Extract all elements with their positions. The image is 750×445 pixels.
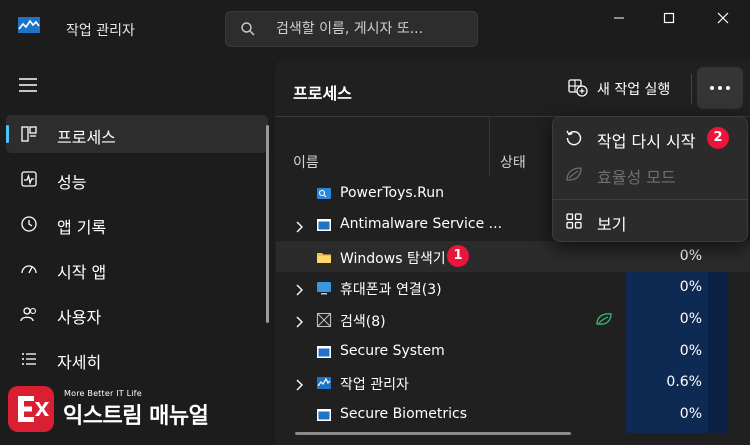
app-title: 작업 관리자 bbox=[66, 23, 135, 39]
menu-item-restart-task[interactable]: 작업 다시 시작 2 bbox=[557, 120, 743, 156]
sidebar-item-details[interactable]: 자세히 bbox=[6, 340, 268, 378]
hamburger-icon bbox=[19, 78, 37, 92]
table-row[interactable]: 검색(8) 0% bbox=[276, 304, 750, 335]
process-name: 작업 관리자 bbox=[340, 377, 409, 393]
table-row[interactable]: 휴대폰과 연결(3) 0% bbox=[276, 272, 750, 303]
run-task-icon bbox=[568, 79, 588, 101]
sidebar-scrollbar[interactable] bbox=[266, 125, 269, 323]
window-app-icon bbox=[316, 407, 332, 427]
users-icon bbox=[20, 305, 38, 327]
search-icon bbox=[240, 21, 256, 41]
sidebar-item-label: 시작 앱 bbox=[57, 263, 107, 282]
step-badge-2: 2 bbox=[707, 127, 729, 149]
maximize-icon bbox=[663, 12, 675, 24]
sidebar-item-processes[interactable]: 프로세스 bbox=[6, 115, 268, 153]
performance-icon bbox=[20, 170, 38, 192]
sidebar-item-label: 앱 기록 bbox=[57, 218, 107, 237]
horizontal-scrollbar[interactable] bbox=[295, 432, 571, 435]
run-new-task-button[interactable]: 새 작업 실행 bbox=[562, 70, 687, 106]
cpu-value: 0.6% bbox=[666, 374, 702, 390]
menu-item-label: 작업 다시 시작 bbox=[597, 132, 696, 151]
sidebar-item-startup-apps[interactable]: 시작 앱 bbox=[6, 250, 268, 288]
menu-item-efficiency-mode[interactable]: 효율성 모드 bbox=[557, 156, 743, 192]
cpu-value: 0% bbox=[679, 343, 702, 359]
more-options-menu: 작업 다시 시작 2 효율성 모드 보기 bbox=[552, 116, 748, 242]
more-icon bbox=[710, 86, 730, 90]
menu-divider bbox=[553, 199, 747, 200]
table-row[interactable]: Secure Biometrics 0% bbox=[276, 399, 750, 430]
column-separator bbox=[489, 117, 490, 175]
search-box[interactable] bbox=[225, 11, 478, 47]
watermark-tagline: More Better IT Life bbox=[64, 389, 142, 398]
minimize-button[interactable] bbox=[593, 0, 645, 36]
watermark-logo bbox=[8, 386, 54, 432]
efficiency-mode-icon bbox=[565, 165, 583, 187]
more-options-button[interactable] bbox=[697, 67, 743, 109]
restart-icon bbox=[565, 129, 583, 151]
search-input[interactable] bbox=[276, 18, 471, 40]
cpu-value: 0% bbox=[679, 311, 702, 327]
menu-item-label: 효율성 모드 bbox=[597, 168, 676, 187]
chevron-right-icon[interactable] bbox=[294, 376, 304, 395]
minimize-icon bbox=[614, 17, 624, 19]
app-history-icon bbox=[20, 215, 38, 237]
menu-item-view[interactable]: 보기 bbox=[557, 203, 743, 239]
column-header-status[interactable]: 상태 bbox=[500, 152, 526, 172]
startup-apps-icon bbox=[20, 260, 38, 282]
table-row[interactable]: 작업 관리자 0.6% bbox=[276, 367, 750, 398]
watermark-title: 익스트림 매뉴얼 bbox=[63, 404, 209, 429]
chevron-right-icon[interactable] bbox=[294, 313, 304, 332]
process-name: Secure Biometrics bbox=[340, 406, 468, 422]
chevron-right-icon[interactable] bbox=[294, 218, 304, 237]
sidebar-item-label: 프로세스 bbox=[57, 128, 116, 147]
phone-link-icon bbox=[316, 280, 332, 300]
sidebar-item-app-history[interactable]: 앱 기록 bbox=[6, 205, 268, 243]
table-row[interactable]: Secure System 0% bbox=[276, 336, 750, 367]
close-icon bbox=[717, 12, 729, 24]
step-badge-1: 1 bbox=[447, 245, 469, 267]
column-header-name[interactable]: 이름 bbox=[293, 152, 319, 172]
window-app-icon bbox=[316, 344, 332, 364]
cpu-value: 0% bbox=[679, 406, 702, 422]
table-row[interactable]: Windows 탐색기 1 0% bbox=[276, 241, 750, 272]
sidebar-item-users[interactable]: 사용자 bbox=[6, 295, 268, 333]
search-app-icon bbox=[316, 312, 332, 332]
details-icon bbox=[20, 350, 38, 372]
process-name: 휴대폰과 연결(3) bbox=[340, 282, 442, 298]
sidebar-item-label: 자세히 bbox=[57, 353, 102, 372]
window-app-icon bbox=[316, 217, 332, 237]
view-grid-icon bbox=[565, 212, 583, 234]
run-new-task-label: 새 작업 실행 bbox=[597, 82, 671, 98]
sidebar-item-label: 성능 bbox=[57, 173, 87, 192]
task-manager-icon bbox=[316, 375, 332, 395]
cpu-value: 0% bbox=[679, 279, 702, 295]
menu-item-label: 보기 bbox=[597, 215, 627, 234]
process-name: 검색(8) bbox=[340, 314, 386, 330]
process-name: Windows 탐색기 bbox=[340, 251, 446, 267]
maximize-button[interactable] bbox=[643, 0, 695, 36]
toolbar-divider bbox=[691, 74, 692, 104]
sidebar-item-label: 사용자 bbox=[57, 308, 102, 327]
page-title: 프로세스 bbox=[293, 84, 352, 103]
folder-icon bbox=[316, 249, 332, 269]
process-name: Secure System bbox=[340, 343, 445, 359]
chevron-right-icon[interactable] bbox=[294, 281, 304, 300]
task-manager-app-icon bbox=[18, 17, 40, 33]
active-indicator bbox=[6, 125, 9, 143]
cpu-value: 0% bbox=[679, 248, 702, 264]
sidebar-item-performance[interactable]: 성능 bbox=[6, 160, 268, 198]
hamburger-menu-button[interactable] bbox=[19, 77, 37, 96]
process-name: PowerToys.Run bbox=[340, 185, 444, 201]
efficiency-mode-leaf-icon bbox=[594, 311, 614, 331]
processes-icon bbox=[20, 125, 38, 147]
powertoys-run-icon bbox=[316, 186, 332, 206]
process-name: Antimalware Service ... bbox=[340, 216, 503, 232]
close-button[interactable] bbox=[697, 0, 749, 36]
